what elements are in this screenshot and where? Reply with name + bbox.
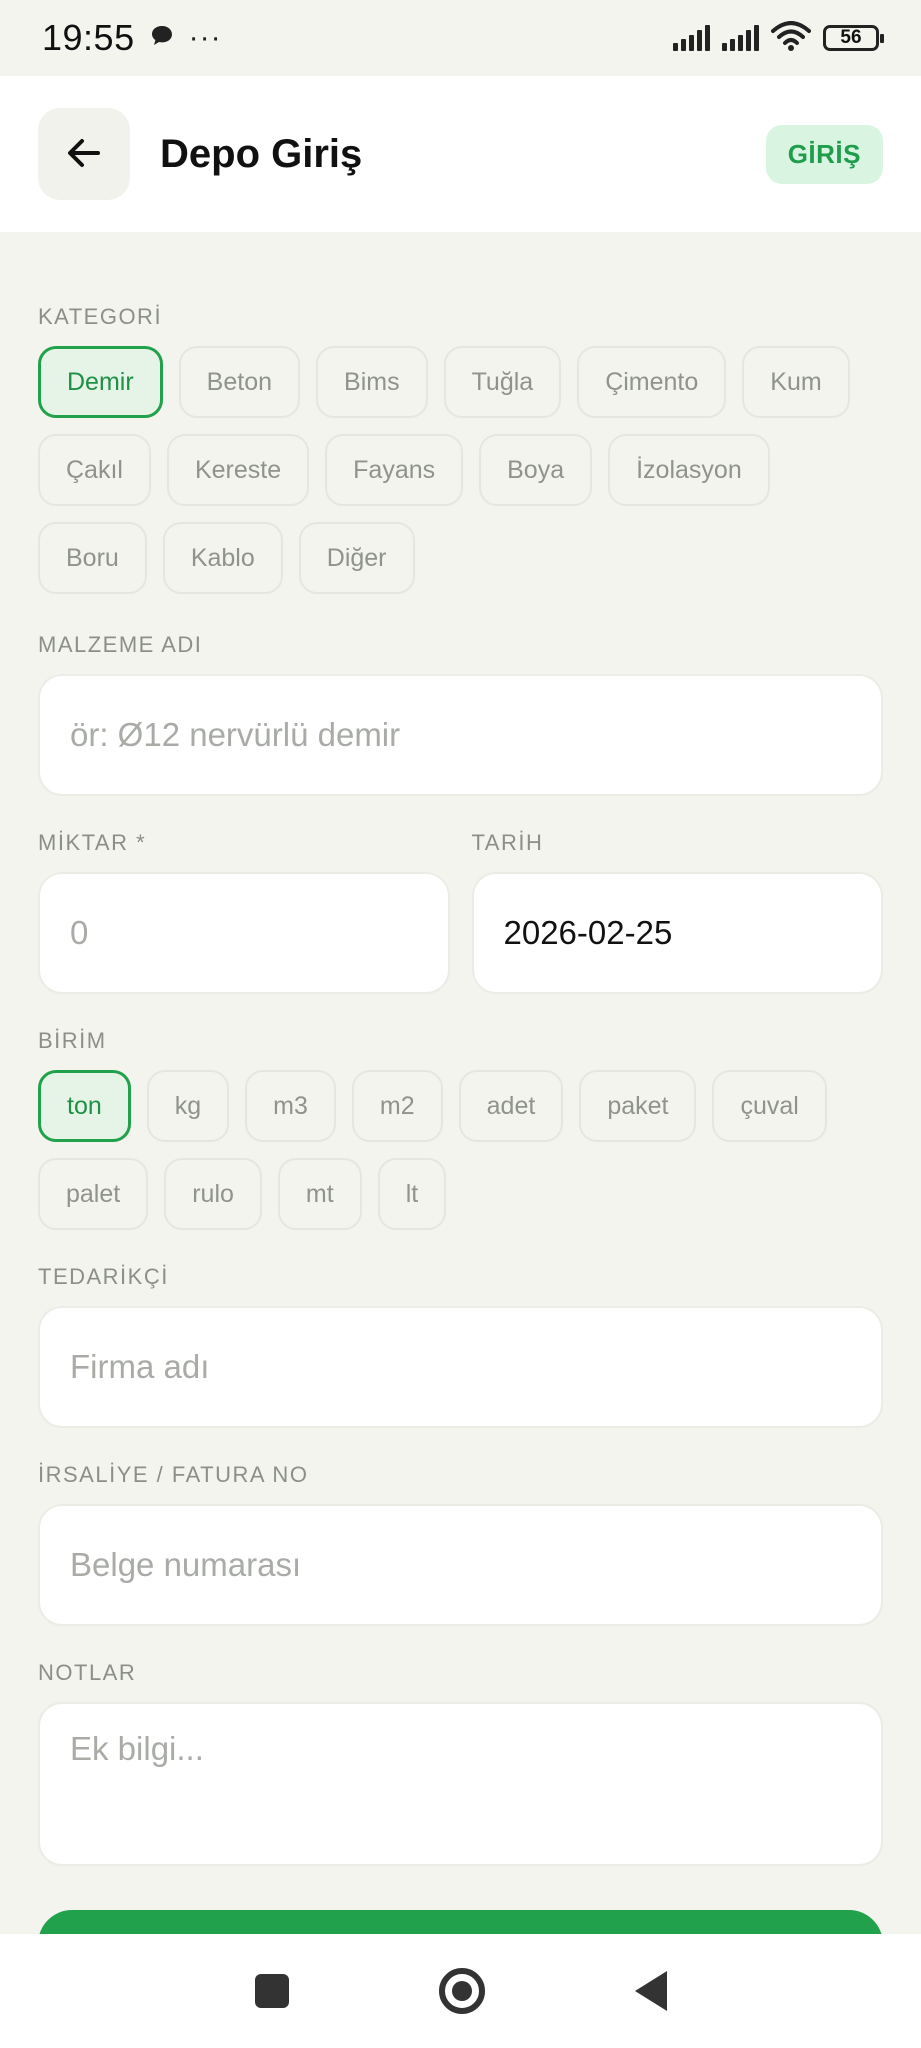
unit-chip-m2[interactable]: m2: [351, 1070, 443, 1142]
wifi-icon: [771, 20, 811, 56]
unit-section: BİRİM ton kg m3 m2 adet paket çuval palet rulo mt…: [38, 1028, 883, 1230]
nav-back-icon[interactable]: [634, 1971, 667, 2011]
supplier-section: TEDARİKÇİ: [38, 1264, 883, 1428]
unit-label: BİRİM: [38, 1028, 107, 1053]
unit-chip-cuval[interactable]: çuval: [712, 1070, 827, 1142]
date-section: TARİH: [471, 830, 883, 994]
chat-bubble-icon: [149, 23, 175, 54]
quantity-date-row: MİKTAR * TARİH: [38, 830, 883, 994]
status-bar: 19:55 ··· 56: [0, 0, 921, 76]
unit-chip-palet[interactable]: palet: [38, 1158, 149, 1230]
category-chip-kereste[interactable]: Kereste: [166, 434, 310, 506]
unit-chips: ton kg m3 m2 adet paket çuval palet rulo mt lt: [38, 1070, 883, 1230]
unit-chip-adet[interactable]: adet: [458, 1070, 564, 1142]
unit-chip-lt[interactable]: lt: [377, 1158, 447, 1230]
date-input[interactable]: [471, 872, 883, 994]
header: Depo Giriş GİRİŞ: [0, 76, 921, 232]
back-button[interactable]: [38, 108, 130, 200]
category-chip-diger[interactable]: Diğer: [298, 522, 415, 594]
unit-chip-rulo[interactable]: rulo: [164, 1158, 262, 1230]
category-chip-boya[interactable]: Boya: [479, 434, 593, 506]
signal-icon-1: [673, 25, 710, 51]
system-nav-bar: [0, 1934, 921, 2048]
status-right: 56: [673, 20, 884, 56]
category-chip-bims[interactable]: Bims: [316, 346, 428, 418]
category-chip-tugla[interactable]: Tuğla: [443, 346, 562, 418]
arrow-left-icon: [64, 133, 104, 176]
mode-badge: GİRİŞ: [765, 124, 883, 184]
invoice-input[interactable]: [38, 1504, 883, 1626]
date-label: TARİH: [471, 830, 544, 855]
quantity-input[interactable]: [38, 872, 450, 994]
supplier-label: TEDARİKÇİ: [38, 1264, 169, 1289]
notes-label: NOTLAR: [38, 1660, 137, 1685]
battery-icon: 56: [823, 25, 884, 51]
category-chip-cakil[interactable]: Çakıl: [38, 434, 151, 506]
category-chip-cimento[interactable]: Çimento: [577, 346, 727, 418]
category-section: KATEGORİ Demir Beton Bims Tuğla Çimento Kum Ça…: [38, 304, 883, 594]
category-chip-kablo[interactable]: Kablo: [162, 522, 283, 594]
category-chip-izolasyon[interactable]: İzolasyon: [608, 434, 770, 506]
more-dots-icon: ···: [188, 21, 222, 54]
material-section: MALZEME ADI: [38, 632, 883, 796]
unit-chip-m3[interactable]: m3: [245, 1070, 336, 1142]
unit-chip-kg[interactable]: kg: [146, 1070, 230, 1142]
form-content: KATEGORİ Demir Beton Bims Tuğla Çimento Kum Ça…: [38, 232, 883, 1871]
notes-textarea[interactable]: [38, 1702, 883, 1866]
category-chip-fayans[interactable]: Fayans: [325, 434, 464, 506]
quantity-section: MİKTAR *: [38, 830, 450, 994]
recents-icon[interactable]: [254, 1974, 289, 2008]
category-chip-beton[interactable]: Beton: [178, 346, 301, 418]
unit-chip-ton[interactable]: ton: [38, 1070, 131, 1142]
unit-chip-paket[interactable]: paket: [579, 1070, 697, 1142]
invoice-label: İRSALİYE / FATURA NO: [38, 1462, 309, 1487]
material-input[interactable]: [38, 674, 883, 796]
page-title: Depo Giriş: [160, 131, 363, 176]
signal-icon-2: [722, 25, 759, 51]
quantity-label: MİKTAR *: [38, 830, 147, 855]
invoice-section: İRSALİYE / FATURA NO: [38, 1462, 883, 1626]
notes-section: NOTLAR: [38, 1660, 883, 1871]
category-chip-demir[interactable]: Demir: [38, 346, 163, 418]
status-left: 19:55 ···: [42, 17, 222, 59]
unit-chip-mt[interactable]: mt: [277, 1158, 362, 1230]
category-chip-boru[interactable]: Boru: [38, 522, 147, 594]
home-icon[interactable]: [438, 1968, 485, 2014]
material-label: MALZEME ADI: [38, 632, 203, 657]
battery-level: 56: [840, 27, 862, 48]
category-chip-kum[interactable]: Kum: [742, 346, 850, 418]
status-time: 19:55: [42, 17, 135, 58]
category-chips: Demir Beton Bims Tuğla Çimento Kum Çakıl Kerest…: [38, 346, 883, 594]
category-label: KATEGORİ: [38, 304, 163, 329]
supplier-input[interactable]: [38, 1306, 883, 1428]
